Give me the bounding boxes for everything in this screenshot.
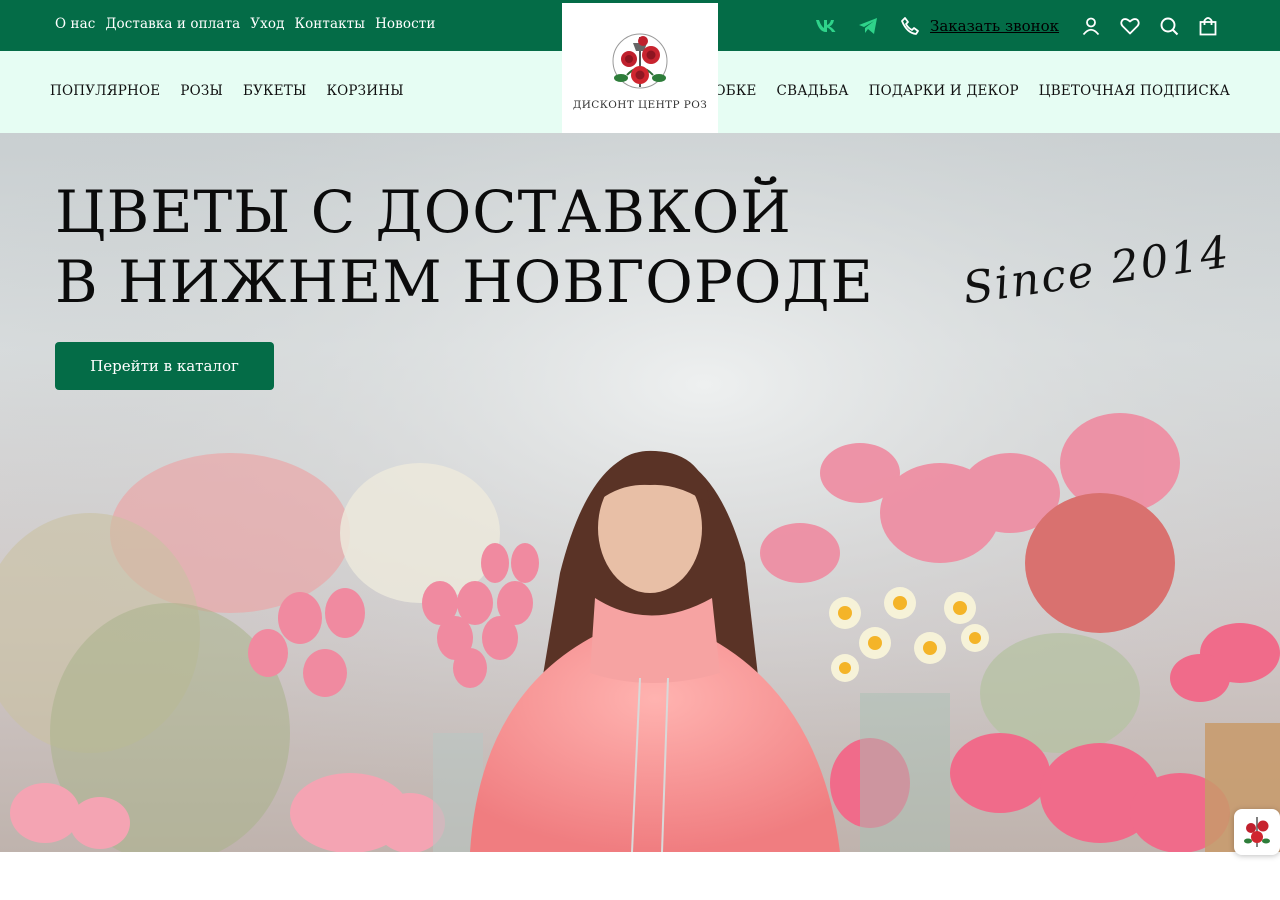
- top-links: О нас Доставка и оплата Уход Контакты Но…: [55, 16, 435, 32]
- call-back-link[interactable]: Заказать звонок: [930, 17, 1059, 35]
- nav-wedding[interactable]: СВАДЬБА: [777, 83, 849, 99]
- logo-roses-icon: [612, 33, 668, 89]
- rose-logo-icon: [1244, 817, 1270, 847]
- link-about[interactable]: О нас: [55, 16, 95, 32]
- user-icon[interactable]: [1077, 12, 1105, 40]
- logo-text: ДИСКОНТ ЦЕНТР РОЗ: [572, 99, 708, 111]
- nav-bouquets[interactable]: БУКЕТЫ: [243, 83, 306, 99]
- nav-popular[interactable]: ПОПУЛЯРНОЕ: [50, 83, 160, 99]
- nav-right: В КОРОБКЕ СВАДЬБА ПОДАРКИ И ДЕКОР ЦВЕТОЧ…: [669, 83, 1230, 99]
- nav-flower-subscription[interactable]: ЦВЕТОЧНАЯ ПОДПИСКА: [1039, 83, 1230, 99]
- hero-title: ЦВЕТЫ С ДОСТАВКОЙ В НИЖНЕМ НОВГОРОДЕ: [55, 177, 874, 317]
- phone-icon[interactable]: [896, 12, 924, 40]
- top-actions: Заказать звонок: [812, 0, 1222, 51]
- vk-icon[interactable]: [812, 12, 840, 40]
- search-icon[interactable]: [1155, 12, 1183, 40]
- link-contacts[interactable]: Контакты: [295, 16, 366, 32]
- heart-icon[interactable]: [1116, 12, 1144, 40]
- nav-roses[interactable]: РОЗЫ: [180, 83, 223, 99]
- nav-baskets[interactable]: КОРЗИНЫ: [326, 83, 403, 99]
- hero-banner: ЦВЕТЫ С ДОСТАВКОЙ В НИЖНЕМ НОВГОРОДЕ Sin…: [0, 133, 1280, 852]
- chat-widget-button[interactable]: [1234, 809, 1280, 855]
- bag-icon[interactable]: [1194, 12, 1222, 40]
- link-care[interactable]: Уход: [250, 16, 284, 32]
- nav-gifts-decor[interactable]: ПОДАРКИ И ДЕКОР: [869, 83, 1019, 99]
- nav-left: ПОПУЛЯРНОЕ РОЗЫ БУКЕТЫ КОРЗИНЫ: [50, 83, 404, 99]
- catalog-button[interactable]: Перейти в каталог: [55, 342, 274, 390]
- link-delivery[interactable]: Доставка и оплата: [105, 16, 240, 32]
- link-news[interactable]: Новости: [375, 16, 435, 32]
- hero-title-line-1: ЦВЕТЫ С ДОСТАВКОЙ: [55, 178, 792, 246]
- hero-title-line-2: В НИЖНЕМ НОВГОРОДЕ: [55, 248, 874, 316]
- site-logo[interactable]: ДИСКОНТ ЦЕНТР РОЗ: [562, 3, 718, 133]
- telegram-icon[interactable]: [854, 12, 882, 40]
